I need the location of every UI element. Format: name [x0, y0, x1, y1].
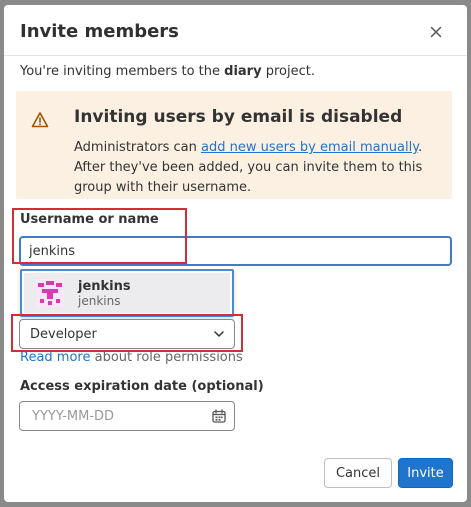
close-icon [430, 26, 442, 38]
suggestion-name: jenkins [78, 278, 131, 294]
expiration-label: Access expiration date (optional) [20, 379, 264, 394]
expiration-date-input[interactable] [30, 408, 204, 425]
user-suggestion-dropdown: jenkins jenkins [20, 269, 234, 317]
intro-prefix: You're inviting members to the [20, 64, 225, 79]
role-selected-value: Developer [30, 326, 97, 342]
invite-members-modal: Invite members You're inviting members t… [4, 5, 467, 502]
alert-title: Inviting users by email is disabled [74, 107, 403, 127]
warning-icon [31, 112, 49, 128]
email-disabled-alert: Inviting users by email is disabled Admi… [16, 91, 452, 199]
username-input[interactable] [19, 236, 452, 266]
intro-suffix: project. [261, 64, 315, 79]
chevron-down-icon [214, 331, 224, 337]
expiration-date-field[interactable] [19, 401, 235, 431]
alert-body: Administrators can add new users by emai… [74, 138, 448, 198]
alert-body-prefix: Administrators can [74, 140, 202, 155]
modal-header: Invite members [20, 18, 451, 46]
intro-text: You're inviting members to the diary pro… [20, 63, 315, 81]
role-help-suffix: about role permissions [90, 350, 243, 365]
role-help-text: Read more about role permissions [20, 349, 243, 367]
header-divider [4, 55, 467, 56]
suggestion-username: jenkins [78, 293, 121, 308]
suggestion-text: jenkins jenkins [78, 279, 131, 308]
user-suggestion-item[interactable]: jenkins jenkins [24, 273, 230, 313]
read-more-link[interactable]: Read more [20, 350, 90, 365]
role-select[interactable]: Developer [19, 319, 235, 349]
username-label: Username or name [20, 212, 159, 227]
avatar [36, 279, 64, 307]
invite-button[interactable]: Invite [398, 458, 453, 488]
close-button[interactable] [425, 21, 447, 43]
cancel-button[interactable]: Cancel [324, 458, 392, 488]
project-name: diary [224, 64, 262, 79]
add-users-manually-link[interactable]: add new users by email manually [201, 140, 418, 155]
modal-title: Invite members [20, 21, 179, 42]
calendar-icon [212, 409, 226, 423]
